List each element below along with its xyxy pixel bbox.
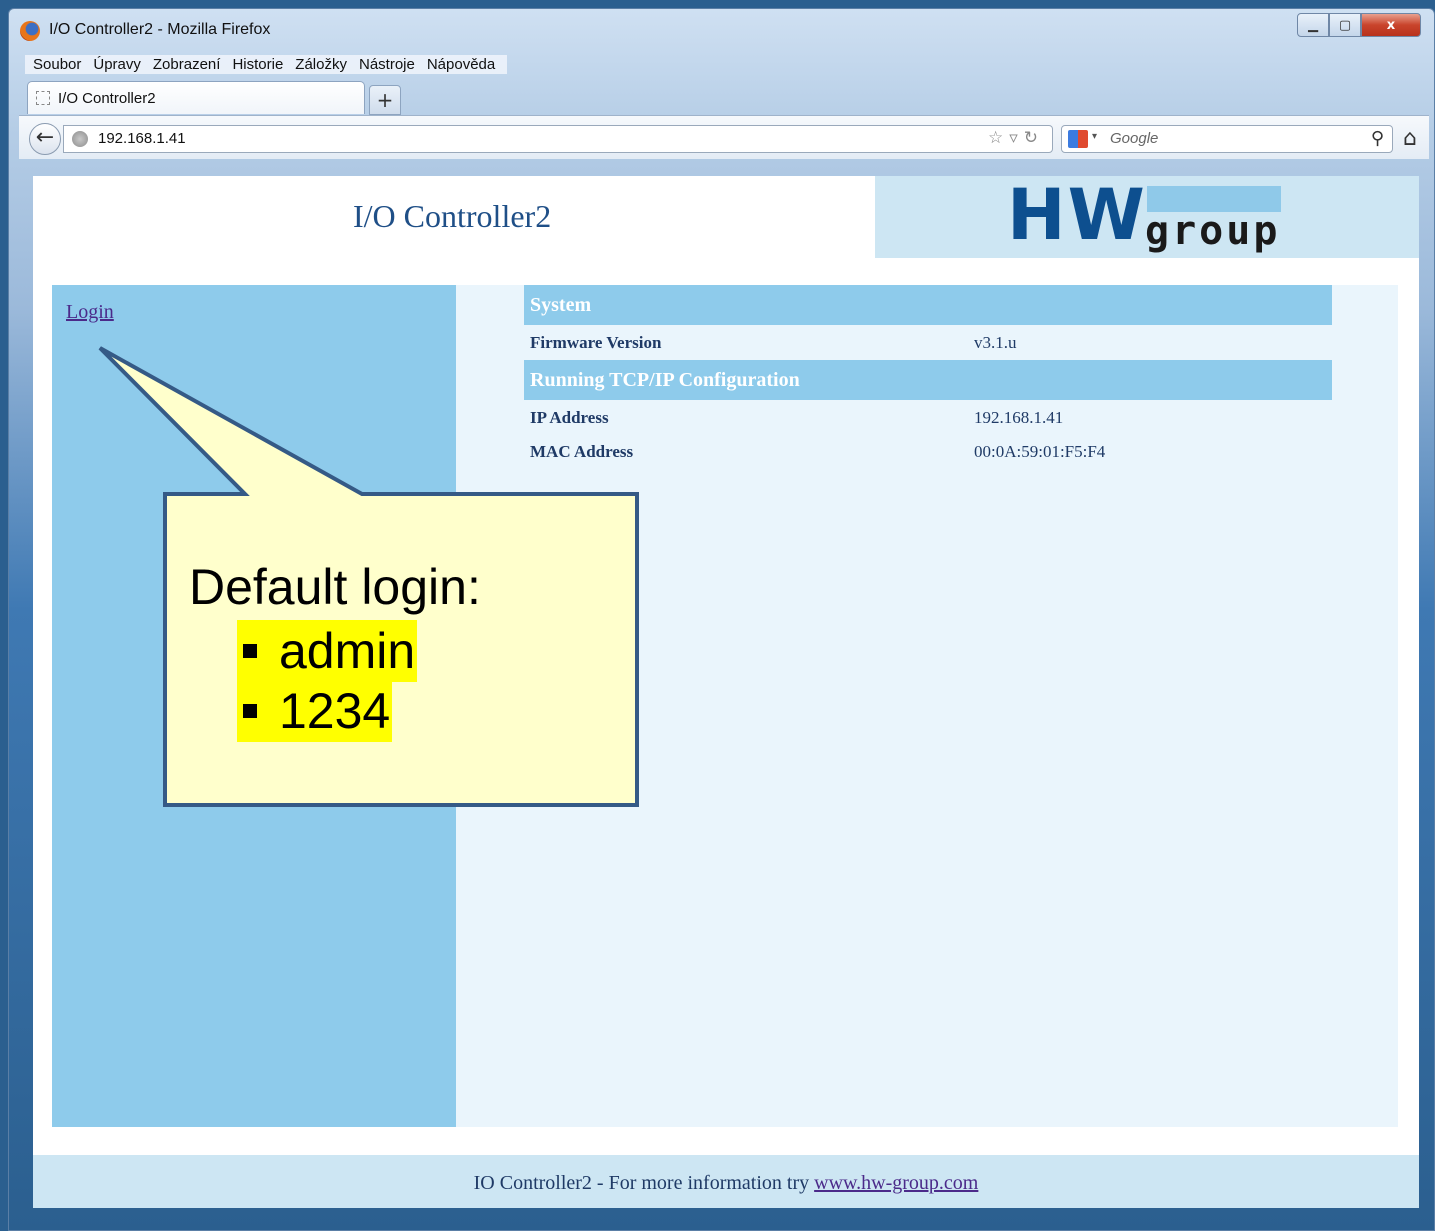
menu-bar: Soubor Úpravy Zobrazení Historie Záložky… xyxy=(25,55,508,74)
menu-historie[interactable]: Historie xyxy=(228,56,291,73)
maximize-button[interactable]: ▢ xyxy=(1329,13,1361,37)
ip-address-value: 192.168.1.41 xyxy=(974,408,1064,427)
section-header-tcpip: Running TCP/IP Configuration xyxy=(524,360,1332,400)
url-bar[interactable]: 192.168.1.41 ☆▿↻ xyxy=(63,125,1053,153)
title-bar: I/O Controller2 - Mozilla Firefox ▁ ▢ x xyxy=(9,9,1434,51)
menu-napoveda[interactable]: Nápověda xyxy=(423,56,503,73)
home-icon[interactable]: ⌂ xyxy=(1403,126,1417,151)
close-icon: x xyxy=(1386,17,1396,33)
footer-link[interactable]: www.hw-group.com xyxy=(814,1172,978,1194)
google-logo-icon[interactable] xyxy=(1068,130,1088,148)
globe-icon xyxy=(72,131,88,147)
username-text: admin xyxy=(279,623,416,679)
minimize-icon: ▁ xyxy=(1308,17,1318,33)
new-tab-button[interactable]: + xyxy=(369,85,401,115)
tab-label: I/O Controller2 xyxy=(58,90,156,107)
callout-item-password: 1234 xyxy=(237,680,393,742)
bookmark-star-icon[interactable]: ☆ xyxy=(988,128,1009,148)
bullet-icon xyxy=(243,703,257,718)
hw-group-logo: HW group xyxy=(875,176,1419,258)
page-icon xyxy=(36,91,50,105)
search-placeholder: Google xyxy=(1110,130,1159,147)
page-header: I/O Controller2 xyxy=(33,176,875,258)
callout-title: Default login: xyxy=(189,559,481,615)
menu-nastroje[interactable]: Nástroje xyxy=(355,56,423,73)
window-title: I/O Controller2 - Mozilla Firefox xyxy=(49,21,271,38)
firmware-version-value: v3.1.u xyxy=(974,333,1017,352)
callout-item-username: admin xyxy=(237,620,418,682)
logo-hw-text: HW xyxy=(1007,174,1147,256)
mac-address-label: MAC Address xyxy=(530,442,634,461)
tab-io-controller2[interactable]: I/O Controller2 xyxy=(27,81,365,114)
firefox-logo-icon xyxy=(20,21,40,41)
menu-soubor[interactable]: Soubor xyxy=(29,56,89,73)
page-footer: IO Controller2 - For more information tr… xyxy=(33,1155,1419,1208)
login-link[interactable]: Login xyxy=(66,301,114,324)
dropdown-arrow-icon[interactable]: ▿ xyxy=(1009,128,1024,148)
search-engine-dropdown-icon[interactable]: ▾ xyxy=(1092,131,1097,142)
ip-address-label: IP Address xyxy=(530,408,609,427)
search-bar[interactable]: ▾ Google ⚲ xyxy=(1061,125,1393,153)
minimize-button[interactable]: ▁ xyxy=(1297,13,1329,37)
mac-address-value: 00:0A:59:01:F5:F4 xyxy=(974,442,1106,461)
menu-zobrazeni[interactable]: Zobrazení xyxy=(149,56,229,73)
menu-zalozky[interactable]: Záložky xyxy=(291,56,355,73)
close-button[interactable]: x xyxy=(1361,13,1421,37)
search-magnifier-icon[interactable]: ⚲ xyxy=(1371,128,1384,149)
bullet-icon xyxy=(243,643,257,658)
footer-text: IO Controller2 - For more information tr… xyxy=(473,1172,815,1194)
menu-upravy[interactable]: Úpravy xyxy=(89,56,149,73)
default-login-callout: Default login: admin 1234 xyxy=(165,494,637,805)
reload-icon[interactable]: ↻ xyxy=(1024,128,1044,148)
logo-group-text: group xyxy=(1145,208,1281,254)
back-button[interactable]: ← xyxy=(29,123,61,155)
maximize-icon: ▢ xyxy=(1338,17,1352,33)
section-header-system: System xyxy=(524,285,1332,325)
page-title: I/O Controller2 xyxy=(353,198,552,234)
firmware-version-label: Firmware Version xyxy=(530,333,662,352)
password-text: 1234 xyxy=(279,683,391,739)
url-text: 192.168.1.41 xyxy=(98,130,186,147)
back-arrow-icon: ← xyxy=(35,125,55,150)
url-bar-actions: ☆▿↻ xyxy=(988,128,1044,148)
navigation-toolbar: ← 192.168.1.41 ☆▿↻ ▾ Google ⚲ ⌂ xyxy=(19,115,1429,159)
